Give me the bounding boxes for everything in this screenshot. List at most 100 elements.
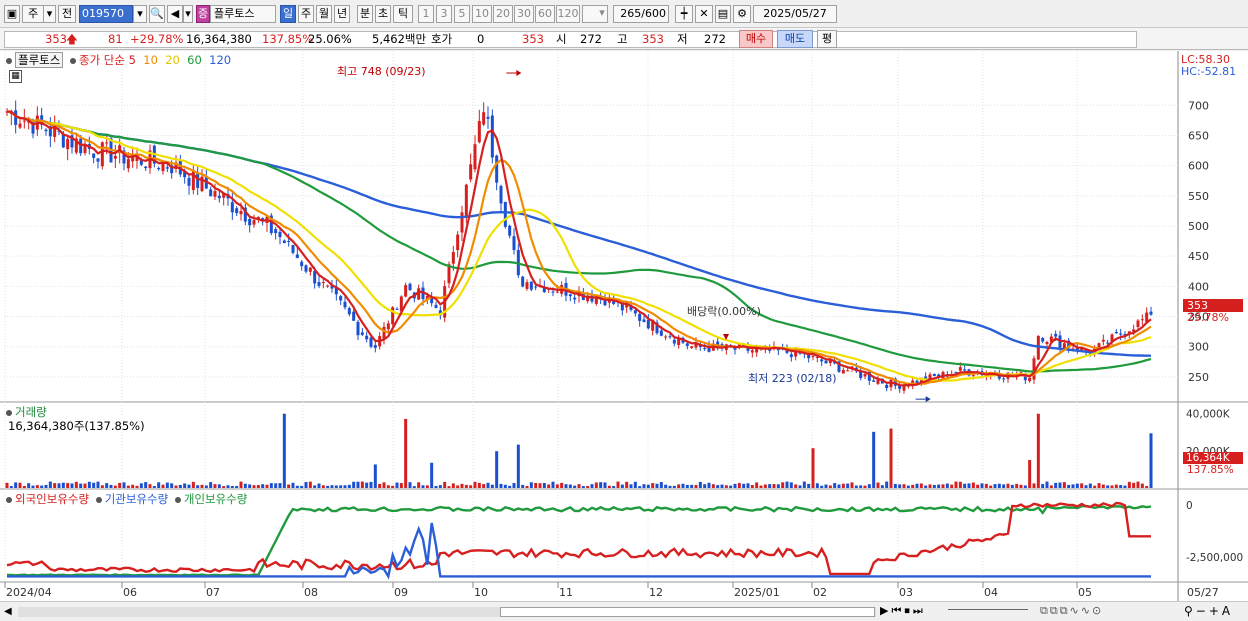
interval-button[interactable]: 30	[514, 5, 534, 23]
period-minute-button[interactable]: 분	[357, 5, 373, 23]
zoom-slider[interactable]	[948, 609, 1028, 613]
legend-institution[interactable]: 기관보유수량	[105, 492, 168, 506]
volume-bar	[157, 482, 161, 488]
chevron-down-icon[interactable]: ▾	[133, 5, 147, 23]
stock-code-input[interactable]: 019570	[79, 5, 133, 23]
interval-button[interactable]: 120	[556, 5, 580, 23]
count-field[interactable]: 265/600	[613, 5, 669, 23]
legend-ma-5[interactable]: 5	[129, 53, 136, 67]
legend-foreign[interactable]: 외국인보유수량	[15, 492, 89, 506]
search-icon[interactable]: 🔍	[149, 5, 165, 23]
save-icon[interactable]: ▤	[715, 5, 731, 23]
scroll-left-icon[interactable]: ◀	[4, 605, 16, 619]
legend-dot-icon	[6, 497, 12, 503]
volume-bar	[651, 483, 655, 488]
candle-body	[1002, 378, 1006, 380]
legend-ma-120[interactable]: 120	[209, 53, 231, 67]
volume-bar	[386, 485, 390, 488]
grid-table-icon[interactable]: ▦	[9, 70, 22, 83]
volume-bar	[456, 485, 460, 488]
volume-bar	[807, 483, 811, 488]
volume-bar	[573, 485, 577, 488]
legend-dot-icon	[6, 410, 12, 416]
legend-individual[interactable]: 개인보유수량	[184, 492, 247, 506]
candle-body	[971, 375, 975, 377]
candle-body	[365, 335, 369, 340]
volume-bar	[126, 485, 130, 488]
window-icon[interactable]: ▣	[4, 5, 20, 23]
volume-bar	[633, 481, 637, 488]
volume-bar	[18, 482, 22, 488]
legend-ma-type[interactable]: 종가 단순	[79, 53, 125, 67]
eval-button[interactable]: 평	[817, 30, 837, 48]
volume-bar	[703, 484, 707, 488]
volume-bar	[490, 484, 494, 488]
zoom-controls[interactable]: ⚲−+A	[1184, 603, 1244, 619]
candle-body	[360, 332, 364, 335]
volume-bar	[295, 485, 299, 488]
volume-bar	[755, 482, 759, 488]
candle-icon[interactable]: ┿	[675, 5, 693, 23]
period-main-select[interactable]: 주	[22, 5, 44, 23]
volume-bar	[395, 482, 399, 488]
volume-bar	[118, 482, 122, 488]
volume-bar	[131, 484, 135, 488]
candle-body	[460, 212, 464, 233]
legend-stock-name[interactable]: 플루토스	[15, 52, 64, 68]
candle-body	[490, 115, 494, 158]
legend-ma-60[interactable]: 60	[187, 53, 202, 67]
volume-bar	[568, 484, 572, 488]
legend-ma-10[interactable]: 10	[143, 53, 158, 67]
volume-bar	[404, 418, 408, 488]
buy-button[interactable]: 매수	[739, 30, 773, 48]
volume-bar	[919, 483, 923, 488]
change-pct: +29.78%	[130, 32, 184, 46]
candle-body	[92, 153, 96, 158]
volume-bar	[100, 485, 104, 488]
scrollbar-thumb[interactable]	[500, 607, 875, 617]
period-day-button[interactable]: 일	[280, 5, 296, 23]
sell-button[interactable]: 매도	[777, 30, 813, 48]
stock-name-field[interactable]: 플루토스	[210, 5, 276, 23]
candle-body	[356, 321, 360, 336]
interval-button[interactable]: 10	[472, 5, 492, 23]
volume-bar	[854, 485, 858, 488]
volume-bar	[841, 483, 845, 488]
tool-icons[interactable]: ⧉⧉⧉∿∿⊙	[1040, 603, 1180, 619]
period-month-button[interactable]: 월	[316, 5, 332, 23]
interval-button[interactable]: 20	[493, 5, 513, 23]
chart-area[interactable]: 700 650 600 550 500 450 400 350 300 250 2024/04 06 0…	[0, 51, 1248, 602]
volume-bar	[1058, 482, 1062, 488]
interval-button[interactable]: 5	[454, 5, 470, 23]
volume-bar	[902, 484, 906, 488]
playback-controls[interactable]: ▶⏮⏹⏭	[880, 603, 940, 619]
volume-bar	[707, 482, 711, 488]
chart-svg[interactable]: 7006506005505004504003503002502024/04 06 0…	[0, 51, 1248, 601]
volume-bar	[139, 483, 143, 488]
volume-bar	[564, 484, 568, 488]
volume-bar	[382, 482, 386, 488]
legend-ma-20[interactable]: 20	[165, 53, 180, 67]
period-tick-button[interactable]: 틱	[393, 5, 413, 23]
chevron-down-icon[interactable]: ▾	[44, 5, 56, 23]
candle-body	[1041, 338, 1045, 342]
volume-bar	[469, 485, 473, 488]
prev-button[interactable]: 전	[58, 5, 76, 23]
crosshair-icon[interactable]: ✕	[695, 5, 713, 23]
interval-button[interactable]: 1	[418, 5, 434, 23]
period-week-button[interactable]: 주	[298, 5, 314, 23]
candle-body	[551, 291, 555, 293]
chevron-down-icon[interactable]: ▾	[183, 5, 193, 23]
speaker-icon[interactable]: ◀	[167, 5, 183, 23]
volume-bar	[529, 482, 533, 488]
volume-bar	[326, 485, 330, 488]
gear-icon[interactable]: ⚙	[733, 5, 751, 23]
chevron-down-icon[interactable]: ▾	[596, 5, 608, 23]
period-year-button[interactable]: 년	[334, 5, 350, 23]
legend-dot-icon	[69, 58, 76, 64]
period-second-button[interactable]: 초	[375, 5, 391, 23]
date-field[interactable]: 2025/05/27	[753, 5, 837, 23]
interval-button[interactable]: 60	[535, 5, 555, 23]
volume-title[interactable]: 거래량	[15, 405, 47, 419]
interval-button[interactable]: 3	[436, 5, 452, 23]
